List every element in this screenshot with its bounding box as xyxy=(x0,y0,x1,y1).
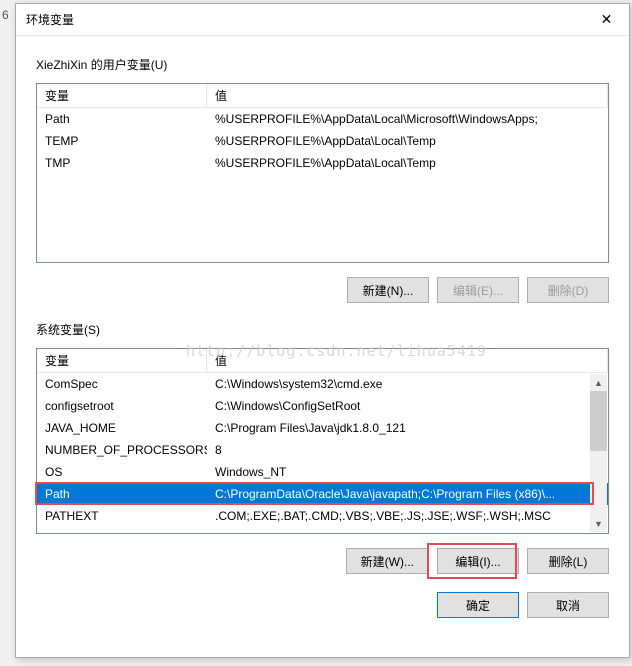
cell-value: C:\ProgramData\Oracle\Java\javapath;C:\P… xyxy=(207,484,608,504)
sys-delete-button[interactable]: 删除(L) xyxy=(527,548,609,574)
table-row[interactable]: JAVA_HOMEC:\Program Files\Java\jdk1.8.0_… xyxy=(37,417,608,439)
cell-value: %USERPROFILE%\AppData\Local\Temp xyxy=(207,131,608,151)
sys-list-header: 变量 值 xyxy=(37,349,608,373)
footer-buttons: 确定 取消 xyxy=(36,582,609,618)
cell-variable: JAVA_HOME xyxy=(37,418,207,438)
cell-variable: TEMP xyxy=(37,131,207,151)
column-variable[interactable]: 变量 xyxy=(37,84,207,108)
cell-variable: Path xyxy=(37,484,207,504)
table-row[interactable]: NUMBER_OF_PROCESSORS8 xyxy=(37,439,608,461)
table-row[interactable]: ComSpecC:\Windows\system32\cmd.exe xyxy=(37,373,608,395)
cell-value: C:\Windows\ConfigSetRoot xyxy=(207,396,608,416)
cell-variable: NUMBER_OF_PROCESSORS xyxy=(37,440,207,460)
cell-value: 8 xyxy=(207,440,608,460)
cell-value: Windows_NT xyxy=(207,462,608,482)
sys-edit-button[interactable]: 编辑(I)... xyxy=(437,548,519,574)
user-new-button[interactable]: 新建(N)... xyxy=(347,277,429,303)
column-variable[interactable]: 变量 xyxy=(37,349,207,373)
user-variables-list[interactable]: 变量 值 Path%USERPROFILE%\AppData\Local\Mic… xyxy=(36,83,609,263)
cell-value: .COM;.EXE;.BAT;.CMD;.VBS;.VBE;.JS;.JSE;.… xyxy=(207,506,608,526)
table-row[interactable]: PATHEXT.COM;.EXE;.BAT;.CMD;.VBS;.VBE;.JS… xyxy=(37,505,608,527)
table-row[interactable]: PathC:\ProgramData\Oracle\Java\javapath;… xyxy=(37,483,608,505)
dialog-title: 环境变量 xyxy=(26,11,74,28)
scroll-thumb[interactable] xyxy=(590,391,607,451)
table-row[interactable]: TMP%USERPROFILE%\AppData\Local\Temp xyxy=(37,152,608,174)
scrollbar[interactable]: ▲ ▼ xyxy=(590,374,607,532)
user-buttons-row: 新建(N)... 编辑(E)... 删除(D) xyxy=(36,273,609,321)
user-vars-label: XieZhiXin 的用户变量(U) xyxy=(36,56,609,73)
cell-value: C:\Program Files\Java\jdk1.8.0_121 xyxy=(207,418,608,438)
table-row[interactable]: Path%USERPROFILE%\AppData\Local\Microsof… xyxy=(37,108,608,130)
cell-value: %USERPROFILE%\AppData\Local\Microsoft\Wi… xyxy=(207,109,608,129)
titlebar: 环境变量 ✕ xyxy=(16,4,629,36)
close-button[interactable]: ✕ xyxy=(584,5,629,35)
table-row[interactable]: TEMP%USERPROFILE%\AppData\Local\Temp xyxy=(37,130,608,152)
dialog-content: XieZhiXin 的用户变量(U) 变量 值 Path%USERPROFILE… xyxy=(16,36,629,632)
cell-variable: PATHEXT xyxy=(37,506,207,526)
sys-new-button[interactable]: 新建(W)... xyxy=(346,548,429,574)
scroll-up-icon[interactable]: ▲ xyxy=(590,374,607,391)
user-delete-button[interactable]: 删除(D) xyxy=(527,277,609,303)
scroll-down-icon[interactable]: ▼ xyxy=(590,515,607,532)
cell-variable: Path xyxy=(37,109,207,129)
system-variables-list[interactable]: 变量 值 ComSpecC:\Windows\system32\cmd.exec… xyxy=(36,348,609,534)
cell-variable: TMP xyxy=(37,153,207,173)
bg-text: 6 xyxy=(2,8,9,22)
cell-variable: ComSpec xyxy=(37,374,207,394)
column-value[interactable]: 值 xyxy=(207,349,608,373)
cancel-button[interactable]: 取消 xyxy=(527,592,609,618)
cell-value: C:\Windows\system32\cmd.exe xyxy=(207,374,608,394)
sys-vars-label: 系统变量(S) xyxy=(36,321,609,338)
table-row[interactable]: configsetrootC:\Windows\ConfigSetRoot xyxy=(37,395,608,417)
cell-variable: configsetroot xyxy=(37,396,207,416)
table-row[interactable]: OSWindows_NT xyxy=(37,461,608,483)
cell-variable: OS xyxy=(37,462,207,482)
cell-value: %USERPROFILE%\AppData\Local\Temp xyxy=(207,153,608,173)
sys-buttons-row: 新建(W)... 编辑(I)... 删除(L) xyxy=(36,544,609,582)
user-list-header: 变量 值 xyxy=(37,84,608,108)
column-value[interactable]: 值 xyxy=(207,84,608,108)
ok-button[interactable]: 确定 xyxy=(437,592,519,618)
close-icon: ✕ xyxy=(601,11,613,28)
environment-variables-dialog: 环境变量 ✕ XieZhiXin 的用户变量(U) 变量 值 Path%USER… xyxy=(15,3,630,658)
user-edit-button[interactable]: 编辑(E)... xyxy=(437,277,519,303)
